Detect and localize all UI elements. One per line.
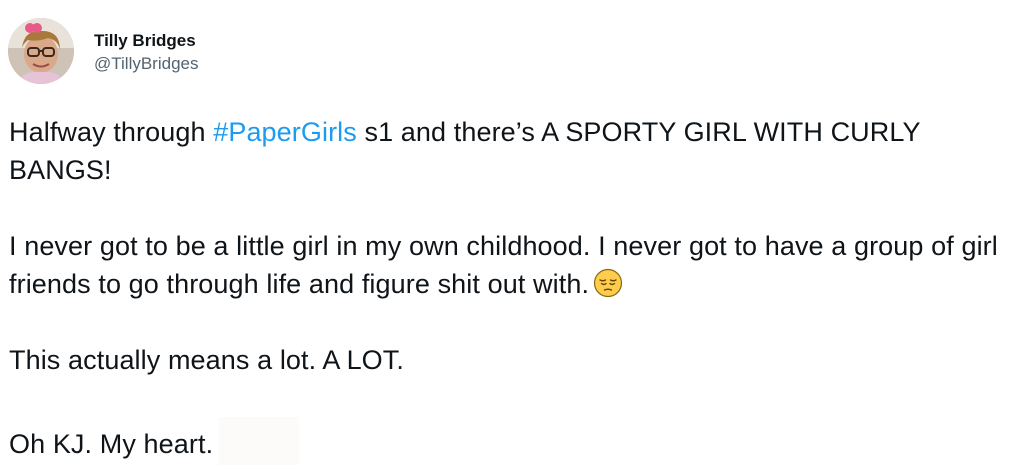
user-names: Tilly Bridges @TillyBridges (94, 32, 198, 72)
pensive-face-icon (593, 268, 623, 298)
tweet-paragraph-2: I never got to be a little girl in my ow… (9, 227, 1014, 303)
tweet-text-segment: Oh KJ. My heart. (9, 429, 214, 459)
display-name[interactable]: Tilly Bridges (94, 32, 198, 49)
avatar[interactable] (8, 18, 74, 84)
tweet-header: Tilly Bridges @TillyBridges (8, 18, 198, 86)
tweet-text-segment: I never got to be a little girl in my ow… (9, 231, 998, 299)
tweet-paragraph-3: This actually means a lot. A LOT. (9, 345, 404, 375)
hashtag-link[interactable]: #PaperGirls (213, 117, 357, 147)
tweet-card: Tilly Bridges @TillyBridges Halfway thro… (0, 0, 1024, 465)
tweet-paragraph-1: Halfway through #PaperGirls s1 and there… (9, 113, 1014, 189)
tweet-text: Halfway through #PaperGirls s1 and there… (9, 113, 1014, 465)
tweet-text-segment: Halfway through (9, 117, 214, 147)
user-handle[interactable]: @TillyBridges (94, 55, 198, 72)
